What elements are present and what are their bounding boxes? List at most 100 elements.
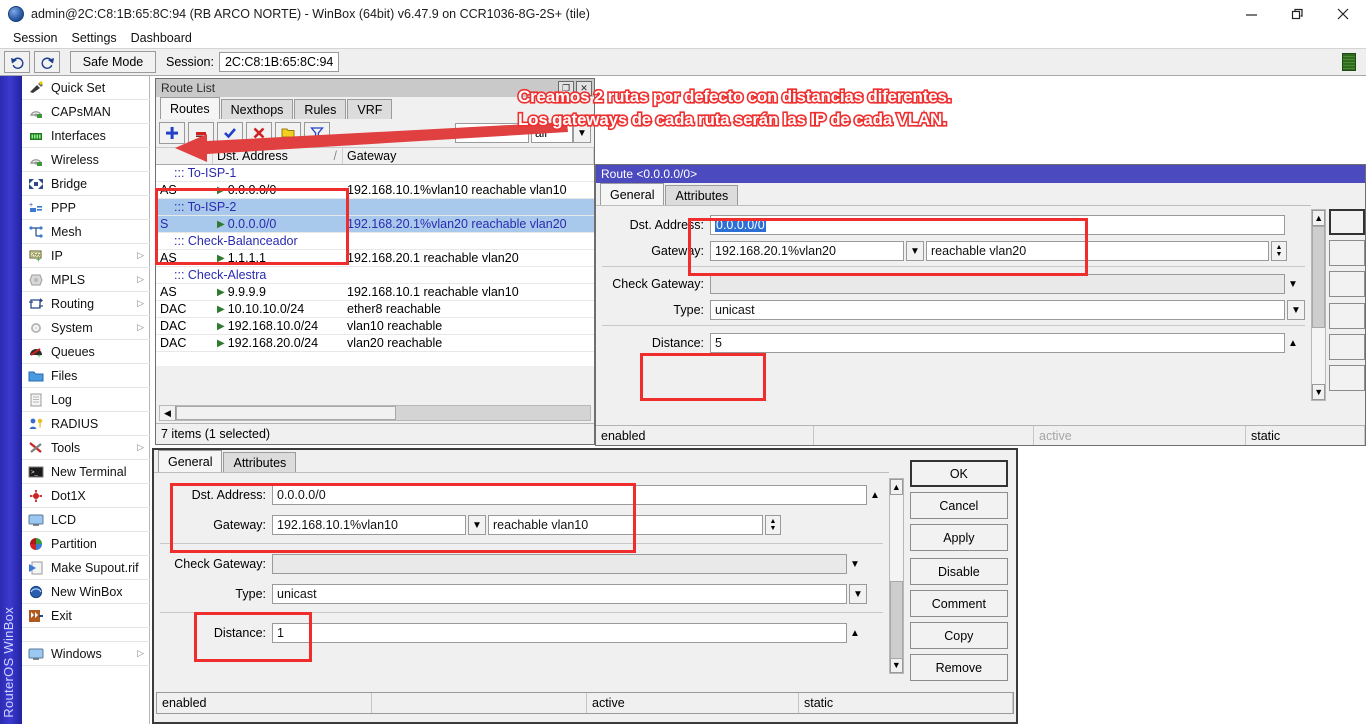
sidebar-item-new-terminal[interactable]: >_ New Terminal [22,460,150,484]
sidebar-item-radius[interactable]: RADIUS [22,412,150,436]
enable-icon[interactable] [217,122,243,144]
th-dst-address[interactable]: Dst. Address / [213,148,343,164]
hscroll-left-button[interactable]: ◀ [160,406,176,420]
distance-spinner-icon[interactable]: ▲ [847,623,863,643]
route-dialog-bottom-vscrollbar[interactable]: ▲ ▼ [889,478,904,674]
copy-button[interactable] [1329,365,1365,391]
cancel-button[interactable] [1329,240,1365,266]
sidebar-item-make-supout[interactable]: Make Supout.rif [22,556,150,580]
table-row[interactable]: DAC ▶ 192.168.10.0/24 vlan10 reachable [156,318,594,335]
vscroll-up-button[interactable]: ▲ [1312,210,1325,226]
table-row[interactable]: ::: Check-Balanceador [156,233,594,250]
tab-vrf[interactable]: VRF [347,99,392,119]
apply-button[interactable] [1329,271,1365,297]
filter-icon[interactable] [304,122,330,144]
sidebar-item-log[interactable]: Log [22,388,150,412]
disable-button[interactable]: Disable [910,558,1008,585]
comment-icon[interactable] [275,122,301,144]
undo-icon[interactable] [4,51,30,73]
table-row[interactable]: DAC ▶ 192.168.20.0/24 vlan20 reachable [156,335,594,352]
gateway-dropdown-icon[interactable]: ▼ [906,241,924,261]
route-list-hscrollbar[interactable]: ◀ [159,405,591,421]
tab-general[interactable]: General [158,450,222,472]
sidebar-item-quick-set[interactable]: Quick Set [22,76,150,100]
vscroll-down-button[interactable]: ▼ [890,657,903,673]
sidebar-item-dot1x[interactable]: Dot1X [22,484,150,508]
table-row[interactable]: DAC ▶ 10.10.10.0/24 ether8 reachable [156,301,594,318]
sidebar-item-mpls[interactable]: MPLS ▷ [22,268,150,292]
tab-attributes[interactable]: Attributes [665,185,738,205]
sidebar-item-system[interactable]: System ▷ [22,316,150,340]
copy-button[interactable]: Copy [910,622,1008,649]
check-gateway-input[interactable] [710,274,1285,294]
table-row[interactable]: S ▶ 0.0.0.0/0 192.168.20.1%vlan20 reacha… [156,216,594,233]
dst-address-input[interactable]: 0.0.0.0/0 [272,485,867,505]
gateway-input[interactable]: 192.168.20.1%vlan20 [710,241,904,261]
minimize-button[interactable] [1228,0,1274,28]
route-dialog-top-vscrollbar[interactable]: ▲ ▼ [1311,209,1326,401]
remove-button[interactable]: Remove [910,654,1008,681]
vscroll-thumb[interactable] [1312,226,1325,328]
tab-general[interactable]: General [600,183,664,205]
distance-spinner-icon[interactable]: ▲ [1285,333,1301,353]
dst-address-input[interactable]: 0.0.0.0/0 [710,215,1285,235]
type-input[interactable]: unicast [272,584,847,604]
cancel-button[interactable]: Cancel [910,492,1008,519]
sidebar-item-queues[interactable]: + Queues [22,340,150,364]
close-button[interactable] [1320,0,1366,28]
vscroll-thumb[interactable] [890,581,903,659]
sidebar-item-new-winbox[interactable]: New WinBox [22,580,150,604]
sidebar-item-files[interactable]: Files [22,364,150,388]
check-gateway-dropdown-icon[interactable]: ▼ [847,554,863,574]
disable-button[interactable] [1329,303,1365,329]
table-row[interactable]: ::: To-ISP-2 [156,199,594,216]
redo-icon[interactable] [34,51,60,73]
tab-nexthops[interactable]: Nexthops [221,99,294,119]
table-row[interactable]: AS ▶ 0.0.0.0/0 192.168.10.1%vlan10 reach… [156,182,594,199]
sidebar-item-lcd[interactable]: LCD [22,508,150,532]
vscroll-up-button[interactable]: ▲ [890,479,903,495]
sidebar-item-exit[interactable]: Exit [22,604,150,628]
vscroll-down-button[interactable]: ▼ [1312,384,1325,400]
check-gateway-dropdown-icon[interactable]: ▼ [1285,274,1301,294]
sidebar-item-tools[interactable]: Tools ▷ [22,436,150,460]
gateway-dropdown-icon[interactable]: ▼ [468,515,486,535]
sidebar-item-mesh[interactable]: Mesh [22,220,150,244]
th-gateway[interactable]: Gateway [343,148,594,164]
safe-mode-button[interactable]: Safe Mode [70,51,156,73]
table-row[interactable]: ::: To-ISP-1 [156,165,594,182]
session-value[interactable]: 2C:C8:1B:65:8C:94 [219,52,339,72]
apply-button[interactable]: Apply [910,524,1008,551]
sidebar-item-ip[interactable]: 255+ IP ▷ [22,244,150,268]
sidebar-item-wireless[interactable]: Wireless [22,148,150,172]
type-input[interactable]: unicast [710,300,1285,320]
gateway-add-spinner[interactable]: ▲▼ [1271,241,1287,261]
tab-rules[interactable]: Rules [294,99,346,119]
menu-settings[interactable]: Settings [64,29,123,47]
tab-routes[interactable]: Routes [160,97,220,119]
table-row[interactable]: AS ▶ 9.9.9.9 192.168.10.1 reachable vlan… [156,284,594,301]
gateway-input[interactable]: 192.168.10.1%vlan10 [272,515,466,535]
vscroll-track[interactable] [1312,226,1325,384]
sidebar-item-capsman[interactable]: CAPsMAN [22,100,150,124]
sidebar-item-windows[interactable]: Windows ▷ [22,642,150,666]
sidebar-item-routing[interactable]: Routing ▷ [22,292,150,316]
menu-session[interactable]: Session [6,29,64,47]
sidebar-item-ppp[interactable]: + PPP [22,196,150,220]
check-gateway-input[interactable] [272,554,847,574]
th-flags[interactable] [156,148,213,164]
ok-button[interactable] [1329,209,1365,235]
ok-button[interactable]: OK [910,460,1008,487]
add-icon[interactable] [159,122,185,144]
sidebar-item-bridge[interactable]: Bridge [22,172,150,196]
disable-icon[interactable] [246,122,272,144]
remove-icon[interactable] [188,122,214,144]
table-row[interactable]: ::: Check-Alestra [156,267,594,284]
vscroll-track[interactable] [890,495,903,657]
sidebar-item-interfaces[interactable]: Interfaces [22,124,150,148]
type-dropdown-icon[interactable]: ▼ [1287,300,1305,320]
distance-input[interactable]: 1 [272,623,847,643]
comment-button[interactable] [1329,334,1365,360]
maximize-button[interactable] [1274,0,1320,28]
gateway-add-spinner[interactable]: ▲▼ [765,515,781,535]
